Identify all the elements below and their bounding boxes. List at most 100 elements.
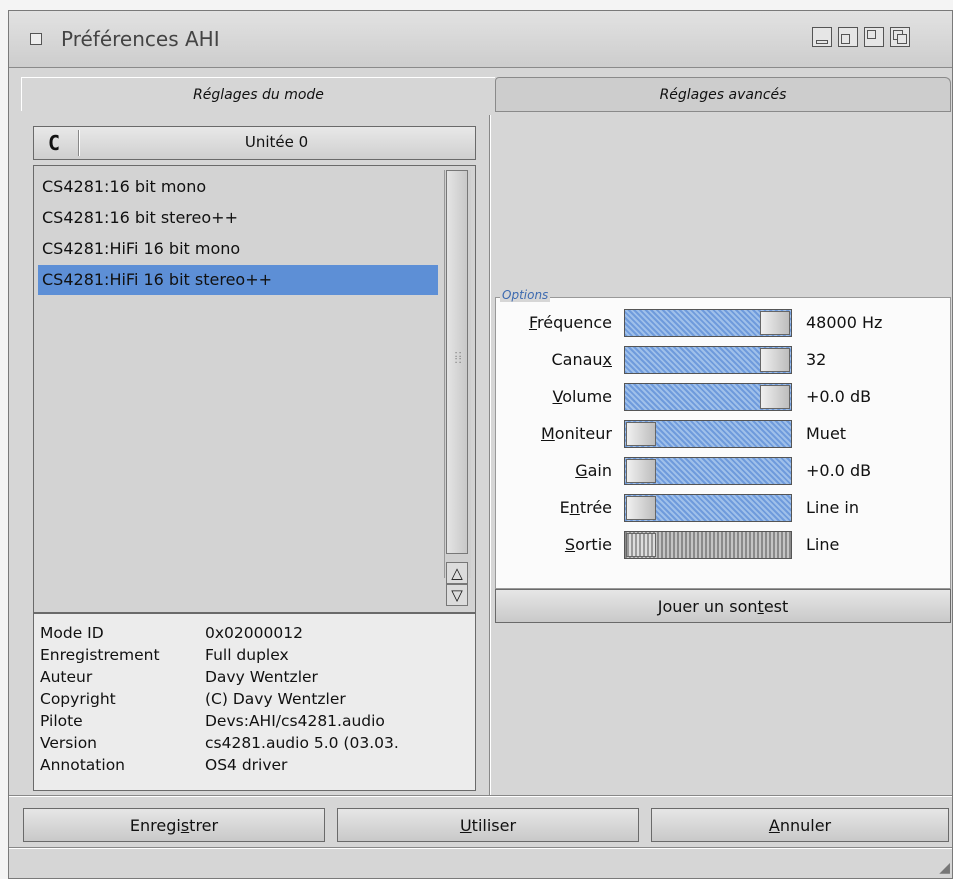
button-text-post: est <box>763 596 789 616</box>
label-post: olume <box>562 387 612 406</box>
button-text-post: tiliser <box>471 815 517 835</box>
monitor-slider[interactable] <box>624 420 792 448</box>
input-slider[interactable] <box>624 494 792 522</box>
channels-label: Canaux <box>551 345 612 375</box>
frequency-slider[interactable] <box>624 309 792 337</box>
slider-knob[interactable] <box>626 533 656 557</box>
monitor-label: Moniteur <box>541 419 612 449</box>
close-icon[interactable] <box>30 33 42 45</box>
info-row: Annotation OS4 driver <box>40 754 475 776</box>
tab-divider <box>495 111 951 112</box>
info-key: Copyright <box>40 690 116 708</box>
info-key: Version <box>40 734 97 752</box>
label-key: S <box>564 535 576 554</box>
monitor-value: Muet <box>806 424 847 443</box>
label-post: trée <box>579 498 612 517</box>
slider-knob[interactable] <box>626 459 656 483</box>
slider-knob[interactable] <box>760 311 790 335</box>
button-text-post: nnuler <box>779 815 832 835</box>
info-value: Full duplex <box>205 646 289 664</box>
footer-divider <box>9 795 952 797</box>
info-row: Version cs4281.audio 5.0 (03.03. <box>40 732 475 754</box>
slider-knob[interactable] <box>626 496 656 520</box>
use-button[interactable]: Utiliser <box>337 808 639 842</box>
info-key: Mode ID <box>40 624 104 642</box>
button-text-post: trer <box>189 815 219 835</box>
info-value: cs4281.audio 5.0 (03.03. <box>205 734 399 752</box>
tab-advanced-settings[interactable]: Réglages avancés <box>495 77 951 111</box>
options-legend: Options <box>500 288 551 302</box>
label-post: oniteur <box>554 424 612 443</box>
scroll-down-button[interactable]: ▽ <box>446 584 468 606</box>
panel-divider <box>489 115 491 795</box>
unit-label: Unitée 0 <box>244 133 309 151</box>
play-test-sound-button[interactable]: Jouer un son t est <box>495 589 951 623</box>
window-title: Préférences AHI <box>61 27 220 51</box>
save-button[interactable]: Enregi s trer <box>23 808 325 842</box>
info-value: (C) Davy Wentzler <box>205 690 346 708</box>
frequency-label: Fréquence <box>529 308 612 338</box>
channels-value: 32 <box>806 350 827 369</box>
info-value: OS4 driver <box>205 756 288 774</box>
cycle-icon: C <box>48 131 61 155</box>
button-text-pre: Enregi <box>129 815 181 835</box>
channels-slider[interactable] <box>624 346 792 374</box>
scrollbar-knob[interactable]: ∷ ∷ <box>446 170 468 554</box>
info-key: Pilote <box>40 712 83 730</box>
cancel-button[interactable]: Annuler <box>651 808 949 842</box>
label-pre: E <box>559 498 570 517</box>
title-bar[interactable]: Préférences AHI <box>9 11 952 68</box>
list-item-selected[interactable]: CS4281:HiFi 16 bit stereo++ <box>38 265 438 295</box>
info-value: Davy Wentzler <box>205 668 318 686</box>
iconify-icon[interactable] <box>812 27 832 47</box>
frequency-value: 48000 Hz <box>806 313 883 332</box>
volume-value: +0.0 dB <box>806 387 872 406</box>
scroll-up-button[interactable]: △ <box>446 562 468 584</box>
output-label: Sortie <box>565 530 612 560</box>
status-divider <box>9 847 952 849</box>
slider-knob[interactable] <box>626 422 656 446</box>
snapshot-icon[interactable] <box>838 27 858 47</box>
label-key: M <box>540 424 555 443</box>
mode-info-panel: Mode ID 0x02000012 Enregistrement Full dup… <box>33 613 476 791</box>
label-key: F <box>528 313 537 332</box>
preferences-window: Préférences AHI Réglages du mode Réglage… <box>8 10 953 879</box>
list-item[interactable]: CS4281:16 bit mono <box>38 172 438 202</box>
label-pre: Canau <box>551 350 603 369</box>
label-key: G <box>575 461 588 480</box>
info-key: Enregistrement <box>40 646 160 664</box>
output-slider[interactable] <box>624 531 792 559</box>
info-row: Copyright (C) Davy Wentzler <box>40 688 475 710</box>
zoom-icon[interactable] <box>864 27 884 47</box>
output-value: Line <box>806 535 840 554</box>
grip-icon: ∷ ∷ <box>455 350 462 367</box>
label-post: ortie <box>575 535 612 554</box>
gain-slider[interactable] <box>624 457 792 485</box>
volume-label: Volume <box>552 382 612 412</box>
mode-list[interactable]: CS4281:16 bit mono CS4281:16 bit stereo+… <box>33 165 476 613</box>
label-key: n <box>569 498 580 517</box>
gain-label: Gain <box>575 456 612 486</box>
label-post: réquence <box>537 313 612 332</box>
list-item[interactable]: CS4281:16 bit stereo++ <box>38 203 438 233</box>
tab-mode-settings[interactable]: Réglages du mode <box>21 77 495 111</box>
input-label: Entrée <box>560 493 612 523</box>
label-key: V <box>552 387 563 406</box>
info-row: Auteur Davy Wentzler <box>40 666 475 688</box>
input-value: Line in <box>806 498 860 517</box>
resize-grip-icon[interactable]: ◢ <box>939 860 950 876</box>
slider-knob[interactable] <box>760 385 790 409</box>
info-value: 0x02000012 <box>205 624 303 642</box>
info-row: Pilote Devs:AHI/cs4281.audio <box>40 710 475 732</box>
volume-slider[interactable] <box>624 383 792 411</box>
list-item[interactable]: CS4281:HiFi 16 bit mono <box>38 234 438 264</box>
slider-knob[interactable] <box>760 348 790 372</box>
info-row: Mode ID 0x02000012 <box>40 622 475 644</box>
unit-cycle-button[interactable]: C Unitée 0 <box>33 126 476 160</box>
info-key: Auteur <box>40 668 93 686</box>
gain-value: +0.0 dB <box>806 461 872 480</box>
info-value: Devs:AHI/cs4281.audio <box>205 712 385 730</box>
button-text-key: U <box>459 815 472 835</box>
depth-icon[interactable] <box>890 27 910 47</box>
options-group: Options Fréquence 48000 Hz Canaux 32 Vol… <box>495 288 951 589</box>
